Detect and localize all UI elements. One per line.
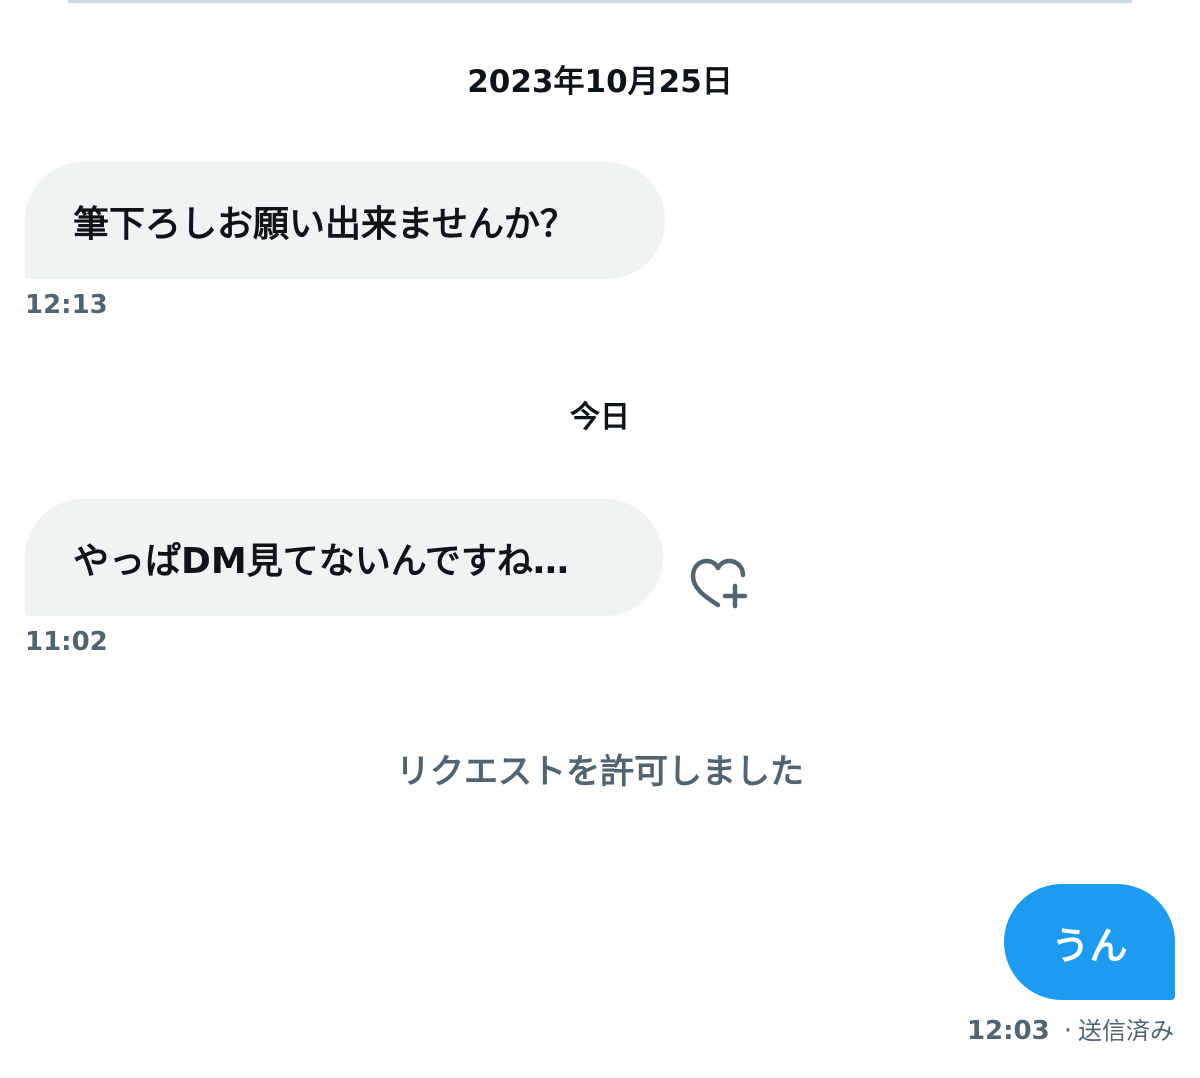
request-accepted-notice: リクエストを許可しました <box>396 752 804 792</box>
outgoing-message-meta: 12:03 · 送信済み <box>967 1011 1174 1046</box>
date-separator: 2023年10月25日 <box>467 64 733 100</box>
message-text: うん <box>1051 923 1128 968</box>
message-timestamp: 12:03 <box>966 1016 1050 1046</box>
top-divider <box>68 0 1132 3</box>
message-text: やっぱDM見てないんですね… <box>73 540 569 582</box>
message-text: 筆下ろしお願い出来ませんか？ <box>73 203 576 245</box>
message-timestamp: 11:02 <box>25 627 108 657</box>
heart-plus-icon[interactable] <box>688 556 750 610</box>
message-timestamp: 12:13 <box>25 290 108 320</box>
incoming-message-bubble[interactable]: やっぱDM見てないんですね… <box>25 499 663 616</box>
incoming-message-bubble[interactable]: 筆下ろしお願い出来ませんか？ <box>25 162 665 279</box>
meta-separator: · <box>1063 1016 1072 1046</box>
date-separator-today: 今日 <box>570 400 630 435</box>
delivery-status: 送信済み <box>1078 1017 1174 1045</box>
outgoing-message-bubble[interactable]: うん <box>1004 884 1175 1000</box>
